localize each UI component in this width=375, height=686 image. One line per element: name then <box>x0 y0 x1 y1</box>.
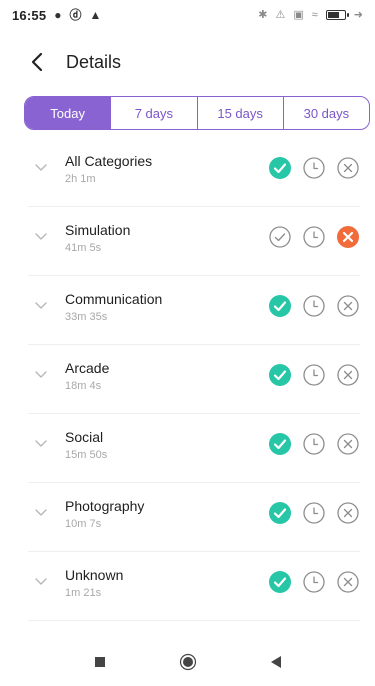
chevron-down-icon <box>35 233 47 240</box>
category-name: Unknown <box>65 567 124 583</box>
period-tabs: Today 7 days 15 days 30 days <box>24 96 370 130</box>
allow-check-icon[interactable] <box>268 570 292 594</box>
status-time: 16:55 <box>12 7 47 23</box>
chevron-down-icon <box>35 302 47 309</box>
block-x-outline-icon[interactable] <box>336 156 360 180</box>
header: Details <box>0 42 375 82</box>
status-bar: 16:55 ● ⓓ ▲ ✱ ⚠ ▣ ≈ ➜ <box>0 0 375 30</box>
category-row[interactable]: All Categories 2h 1m <box>28 138 360 207</box>
time-limit-clock-icon[interactable] <box>302 156 326 180</box>
allow-check-icon[interactable] <box>268 294 292 318</box>
category-row[interactable]: Arcade 18m 4s <box>28 345 360 414</box>
category-usage-time: 33m 35s <box>65 311 108 323</box>
block-x-outline-icon[interactable] <box>336 363 360 387</box>
time-limit-clock-icon[interactable] <box>302 363 326 387</box>
back-nav-button[interactable] <box>261 647 291 677</box>
block-x-outline-icon[interactable] <box>336 501 360 525</box>
category-usage-time: 1m 21s <box>65 587 102 599</box>
time-limit-clock-icon[interactable] <box>302 570 326 594</box>
battery-icon <box>325 10 349 20</box>
bluetooth-icon: ✱ <box>258 8 268 21</box>
status-right: ✱ ⚠ ▣ ≈ ➜ <box>258 8 363 21</box>
category-usage-time: 2h 1m <box>65 173 96 185</box>
circle-icon <box>179 653 196 671</box>
status-left: 16:55 ● ⓓ ▲ <box>12 8 101 23</box>
category-actions <box>268 156 360 180</box>
category-usage-time: 15m 50s <box>65 449 108 461</box>
person-icon: ● <box>54 8 62 22</box>
chevron-down-icon <box>35 440 47 447</box>
allow-check-icon[interactable] <box>268 156 292 180</box>
category-usage-time: 41m 5s <box>65 242 102 254</box>
category-usage-time: 18m 4s <box>65 380 102 392</box>
category-row[interactable]: Social 15m 50s <box>28 414 360 483</box>
time-limit-clock-icon[interactable] <box>302 294 326 318</box>
category-row[interactable]: Simulation 41m 5s <box>28 207 360 276</box>
triangle-left-icon <box>270 656 281 668</box>
tab-today[interactable]: Today <box>25 97 112 129</box>
category-row[interactable]: Photography 10m 7s <box>28 483 360 552</box>
chevron-down-icon <box>35 371 47 378</box>
charging-icon: ➜ <box>353 8 363 21</box>
category-row[interactable]: Communication 33m 35s <box>28 276 360 345</box>
allow-check-icon[interactable] <box>268 432 292 456</box>
category-actions <box>268 570 360 594</box>
home-button[interactable] <box>173 647 203 677</box>
block-x-outline-icon[interactable] <box>336 570 360 594</box>
p-icon: ⓓ <box>69 8 82 22</box>
category-actions <box>268 501 360 525</box>
tab-15-days[interactable]: 15 days <box>198 97 284 129</box>
category-row[interactable]: Unknown 1m 21s <box>28 552 360 621</box>
time-limit-clock-icon[interactable] <box>302 432 326 456</box>
time-limit-clock-icon[interactable] <box>302 501 326 525</box>
system-nav-bar <box>0 638 375 686</box>
time-limit-clock-icon[interactable] <box>302 225 326 249</box>
block-x-outline-icon[interactable] <box>336 294 360 318</box>
block-x-icon[interactable] <box>336 225 360 249</box>
category-actions <box>268 432 360 456</box>
category-actions <box>268 363 360 387</box>
category-name: Photography <box>65 498 145 514</box>
chevron-left-icon <box>31 52 43 72</box>
allow-check-outline-icon[interactable] <box>268 225 292 249</box>
allow-check-icon[interactable] <box>268 501 292 525</box>
tab-7-days[interactable]: 7 days <box>111 97 198 129</box>
recent-apps-button[interactable] <box>85 647 115 677</box>
category-name: Simulation <box>65 222 131 238</box>
block-x-outline-icon[interactable] <box>336 432 360 456</box>
wifi-icon: ≈ <box>311 8 318 21</box>
mute-icon: ⚠ <box>275 8 286 21</box>
category-actions <box>268 294 360 318</box>
category-actions <box>268 225 360 249</box>
sim-icon: ▣ <box>293 8 304 21</box>
chevron-down-icon <box>35 578 47 585</box>
back-button[interactable] <box>24 49 50 75</box>
allow-check-icon[interactable] <box>268 363 292 387</box>
warning-icon: ▲ <box>89 8 102 22</box>
page-title: Details <box>66 51 122 72</box>
category-name: All Categories <box>65 153 153 169</box>
category-name: Communication <box>65 291 163 307</box>
category-name: Arcade <box>65 360 110 376</box>
category-list: All Categories 2h 1m Simulation 41m 5s Commu… <box>0 138 375 621</box>
tab-30-days[interactable]: 30 days <box>284 97 369 129</box>
category-usage-time: 10m 7s <box>65 518 102 530</box>
chevron-down-icon <box>35 164 47 171</box>
category-name: Social <box>65 429 104 445</box>
chevron-down-icon <box>35 509 47 516</box>
square-icon <box>94 657 105 667</box>
